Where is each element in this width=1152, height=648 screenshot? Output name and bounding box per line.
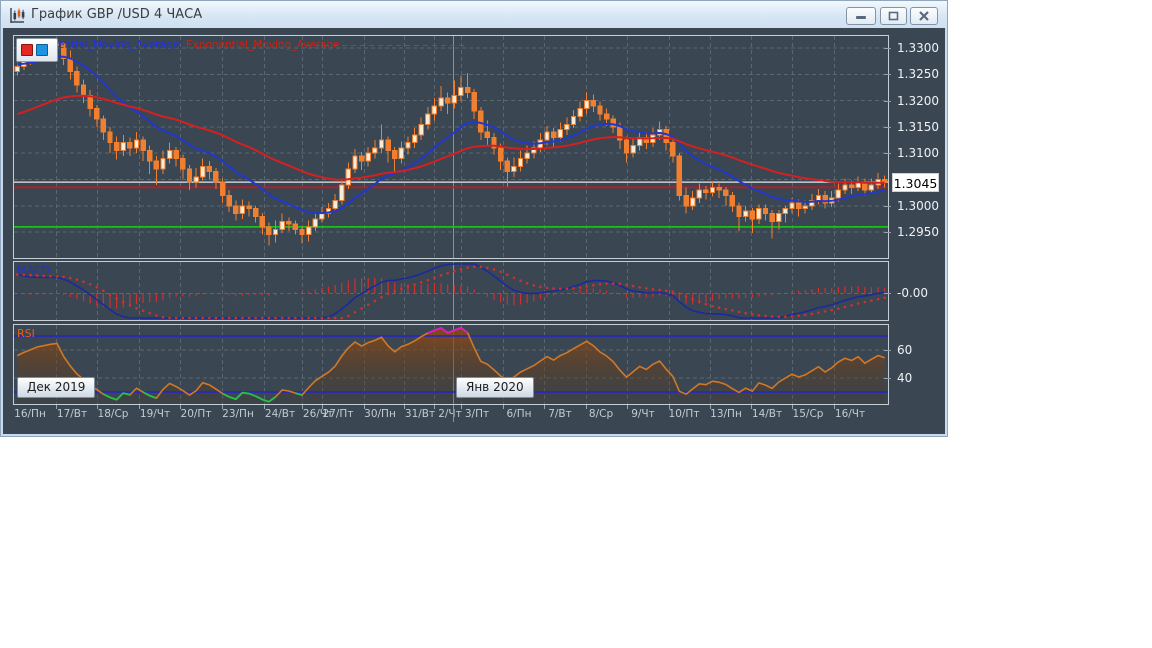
rsi-chart[interactable]: [14, 325, 888, 404]
time-tick-mark: [627, 405, 628, 409]
time-tick-mark: [544, 405, 545, 409]
price-tick-label: 1.3250: [897, 67, 939, 82]
time-tick-mark: [792, 405, 793, 409]
macd-tick-label: -0.00: [897, 286, 929, 300]
time-tick-mark: [586, 405, 587, 409]
macd-signal-dots: [16, 265, 886, 320]
minimize-icon: [856, 16, 866, 19]
candles-group: [14, 40, 888, 246]
ema-fast-label: ential_Moving_Average:: [58, 39, 183, 51]
price-tick-label: 1.3100: [897, 146, 939, 161]
time-tick-label: 6/Пн: [506, 408, 532, 420]
chart-app-icon: [10, 8, 25, 23]
rsi-tick-label: 60: [897, 343, 913, 357]
price-tick-label: 1.2950: [897, 225, 939, 240]
ema-slow-line: [16, 94, 885, 184]
time-tick-mark: [364, 405, 365, 409]
minimize-button[interactable]: [846, 7, 876, 25]
maximize-icon: [888, 11, 899, 21]
legend-chip-box[interactable]: [16, 38, 58, 62]
price-tick-mark: [884, 153, 891, 155]
time-tick-label: 15/Ср: [792, 408, 824, 420]
price-tick-label: 1.3200: [897, 93, 939, 108]
blue-series-chip: [36, 44, 48, 56]
time-tick-label: 7/Вт: [548, 408, 572, 420]
price-tick-mark: [884, 74, 891, 76]
time-tick-label: 17/Вт: [56, 408, 88, 420]
time-tick-mark: [322, 405, 323, 409]
current-price-label: 1.3045: [892, 173, 939, 192]
time-tick-label: 16/Чт: [834, 408, 866, 420]
red-series-chip: [21, 44, 33, 56]
time-tick-label: 23/Пн: [222, 408, 254, 420]
price-tick-mark: [884, 100, 891, 102]
maximize-button[interactable]: [880, 7, 907, 25]
time-tick-label: 8/Ср: [588, 408, 614, 420]
price-tick-mark: [884, 48, 891, 49]
month-separator-tick: [453, 405, 454, 422]
price-tick-mark: [884, 126, 891, 128]
time-tick-mark: [669, 405, 670, 409]
rsi-panel-label: RSI: [17, 327, 35, 340]
time-tick-label: 3/Пт: [464, 408, 490, 420]
time-tick-label: 9/Чт: [631, 408, 655, 420]
macd-histogram: [23, 277, 886, 309]
time-tick-mark: [97, 405, 98, 409]
macd-tick-mark: [884, 293, 891, 294]
time-tick-label: 18/Ср: [97, 408, 129, 420]
time-tick-label: 10/Пт: [668, 408, 700, 420]
close-icon: [919, 11, 929, 21]
screen: График GBP /USD 4 ЧАСА ential_Moving_Ave…: [0, 0, 1152, 648]
price-tick-mark: [884, 232, 891, 234]
macd-panel-label: MACD: [17, 264, 50, 277]
title-bar[interactable]: График GBP /USD 4 ЧАСА: [1, 1, 947, 28]
time-tick-mark: [834, 405, 835, 409]
month-badge-dec: Дек 2019: [17, 377, 96, 398]
time-tick-mark: [180, 405, 181, 409]
close-button[interactable]: [910, 7, 938, 25]
month-badge-jan: Янв 2020: [456, 377, 534, 398]
time-tick-mark: [302, 405, 303, 409]
time-tick-mark: [222, 405, 223, 409]
price-tick-label: 1.3150: [897, 119, 939, 134]
time-tick-label: 27/Пт: [322, 408, 354, 420]
time-tick-label: 14/Вт: [751, 408, 783, 420]
rsi-tick-label: 40: [897, 371, 913, 385]
time-tick-mark: [404, 405, 405, 409]
time-tick-mark: [461, 405, 462, 409]
macd-line: [17, 263, 885, 319]
window-title: График GBP /USD 4 ЧАСА: [31, 7, 203, 22]
indicator-legend: ential_Moving_Average: Exponential_Movin…: [58, 39, 340, 51]
time-tick-mark: [434, 405, 435, 409]
price-tick-mark: [884, 205, 891, 207]
time-tick-mark: [139, 405, 140, 409]
ema-fast-line: [17, 55, 885, 215]
price-tick-label: 1.3300: [897, 41, 939, 55]
price-chart[interactable]: [14, 36, 888, 258]
time-tick-mark: [751, 405, 752, 409]
ema-slow-label: Exponential_Moving_Average: [185, 39, 340, 51]
time-tick-mark: [710, 405, 711, 409]
time-tick-label: 16/Пн: [14, 408, 46, 420]
time-tick-mark: [264, 405, 265, 409]
time-tick-mark: [56, 405, 57, 409]
macd-chart[interactable]: [14, 262, 888, 320]
price-tick-label: 1.3000: [897, 198, 939, 213]
rsi-tick-mark: [884, 378, 891, 379]
rsi-tick-mark: [884, 350, 891, 351]
time-tick-label: 13/Пн: [710, 408, 742, 420]
time-tick-label: 20/Пт: [180, 408, 212, 420]
time-tick-label: 19/Чт: [139, 408, 171, 420]
time-tick-mark: [503, 405, 504, 409]
